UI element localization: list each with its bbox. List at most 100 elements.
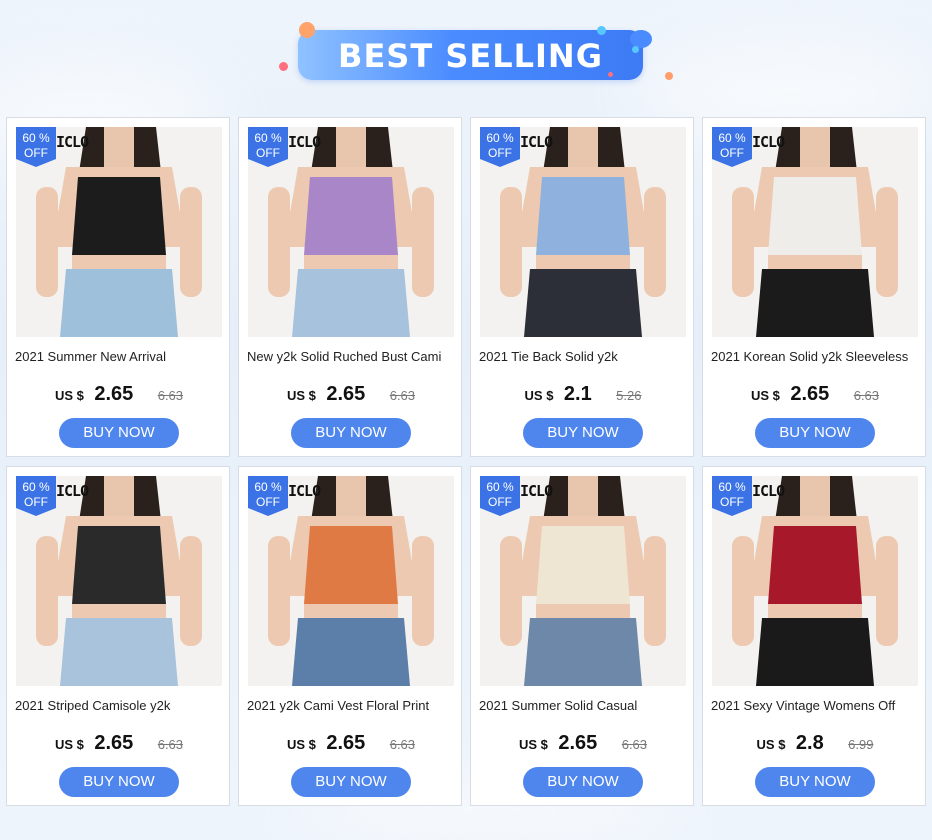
discount-badge: 60 % OFF xyxy=(16,476,56,516)
product-card[interactable]: 60 % OFF ICLO 2021 Summer Solid Casual U… xyxy=(470,466,694,806)
banner-title: BEST SELLING xyxy=(338,37,603,75)
buy-now-button[interactable]: BUY NOW xyxy=(59,767,179,797)
currency-label: US $ xyxy=(756,737,786,752)
buy-now-button[interactable]: BUY NOW xyxy=(59,418,179,448)
product-title[interactable]: 2021 y2k Cami Vest Floral Print xyxy=(247,698,457,713)
discount-badge: 60 % OFF xyxy=(248,476,288,516)
price-row: US $ 2.65 6.63 xyxy=(239,383,463,406)
buy-now-button[interactable]: BUY NOW xyxy=(755,767,875,797)
original-price: 6.63 xyxy=(389,737,416,752)
discount-off-label: OFF xyxy=(488,495,512,509)
product-title[interactable]: 2021 Striped Camisole y2k xyxy=(15,698,225,713)
product-title[interactable]: 2021 Summer Solid Casual xyxy=(479,698,689,713)
product-image[interactable]: 60 % OFF ICLO xyxy=(248,127,454,337)
product-image[interactable]: 60 % OFF ICLO xyxy=(16,127,222,337)
discount-percent: 60 % xyxy=(22,480,50,494)
product-card[interactable]: 60 % OFF ICLO 2021 Striped Camisole y2k … xyxy=(6,466,230,806)
discount-badge: 60 % OFF xyxy=(16,127,56,167)
brand-logo: ICLO xyxy=(56,133,89,151)
best-selling-banner: BEST SELLING xyxy=(298,30,643,80)
sale-price: 2.65 xyxy=(558,732,598,754)
brand-logo: ICLO xyxy=(288,482,321,500)
sale-price: 2.65 xyxy=(326,383,366,405)
sale-price: 2.65 xyxy=(326,732,366,754)
product-card[interactable]: 60 % OFF ICLO New y2k Solid Ruched Bust … xyxy=(238,117,462,457)
brand-logo: ICLO xyxy=(520,482,553,500)
discount-percent: 60 % xyxy=(718,131,746,145)
buy-now-button[interactable]: BUY NOW xyxy=(291,418,411,448)
product-card[interactable]: 60 % OFF ICLO 2021 Korean Solid y2k Slee… xyxy=(702,117,926,457)
product-title[interactable]: 2021 Korean Solid y2k Sleeveless xyxy=(711,349,921,364)
price-row: US $ 2.8 6.99 xyxy=(703,732,927,755)
price-row: US $ 2.65 6.63 xyxy=(239,732,463,755)
discount-percent: 60 % xyxy=(22,131,50,145)
discount-off-label: OFF xyxy=(24,146,48,160)
sale-price: 2.65 xyxy=(790,383,830,405)
brand-logo: ICLO xyxy=(752,133,785,151)
currency-label: US $ xyxy=(750,388,780,403)
discount-percent: 60 % xyxy=(254,480,282,494)
discount-badge: 60 % OFF xyxy=(480,127,520,167)
discount-badge: 60 % OFF xyxy=(712,476,752,516)
product-image[interactable]: 60 % OFF ICLO xyxy=(480,127,686,337)
sale-price: 2.8 xyxy=(795,732,824,754)
discount-percent: 60 % xyxy=(486,480,514,494)
brand-logo: ICLO xyxy=(56,482,89,500)
price-row: US $ 2.65 6.63 xyxy=(7,383,231,406)
discount-off-label: OFF xyxy=(256,495,280,509)
product-image[interactable]: 60 % OFF ICLO xyxy=(248,476,454,686)
product-title[interactable]: 2021 Summer New Arrival xyxy=(15,349,225,364)
original-price: 6.63 xyxy=(621,737,648,752)
decor-dot xyxy=(608,72,613,77)
product-image[interactable]: 60 % OFF ICLO xyxy=(16,476,222,686)
buy-now-button[interactable]: BUY NOW xyxy=(523,418,643,448)
product-image[interactable]: 60 % OFF ICLO xyxy=(480,476,686,686)
currency-label: US $ xyxy=(54,388,84,403)
discount-badge: 60 % OFF xyxy=(248,127,288,167)
product-image[interactable]: 60 % OFF ICLO xyxy=(712,476,918,686)
product-title[interactable]: New y2k Solid Ruched Bust Cami xyxy=(247,349,457,364)
sale-price: 2.1 xyxy=(563,383,592,405)
discount-off-label: OFF xyxy=(24,495,48,509)
currency-label: US $ xyxy=(286,737,316,752)
brand-logo: ICLO xyxy=(752,482,785,500)
product-title[interactable]: 2021 Sexy Vintage Womens Off xyxy=(711,698,921,713)
currency-label: US $ xyxy=(518,737,548,752)
decor-dot xyxy=(279,62,288,71)
product-card[interactable]: 60 % OFF ICLO 2021 Tie Back Solid y2k US… xyxy=(470,117,694,457)
product-card[interactable]: 60 % OFF ICLO 2021 y2k Cami Vest Floral … xyxy=(238,466,462,806)
decor-dot xyxy=(597,26,606,35)
currency-label: US $ xyxy=(286,388,316,403)
product-title[interactable]: 2021 Tie Back Solid y2k xyxy=(479,349,689,364)
product-grid: 60 % OFF ICLO 2021 Summer New Arrival US… xyxy=(6,117,928,809)
buy-now-button[interactable]: BUY NOW xyxy=(523,767,643,797)
discount-percent: 60 % xyxy=(254,131,282,145)
discount-off-label: OFF xyxy=(256,146,280,160)
original-price: 6.63 xyxy=(157,388,184,403)
original-price: 6.63 xyxy=(853,388,880,403)
price-row: US $ 2.1 5.26 xyxy=(471,383,695,406)
decor-dot xyxy=(299,22,315,38)
currency-label: US $ xyxy=(524,388,554,403)
decor-dot xyxy=(632,46,639,53)
original-price: 6.99 xyxy=(848,737,874,752)
product-card[interactable]: 60 % OFF ICLO 2021 Sexy Vintage Womens O… xyxy=(702,466,926,806)
brand-logo: ICLO xyxy=(520,133,553,151)
discount-off-label: OFF xyxy=(488,146,512,160)
decor-dot xyxy=(665,72,673,80)
discount-off-label: OFF xyxy=(720,495,744,509)
price-row: US $ 2.65 6.63 xyxy=(7,732,231,755)
original-price: 5.26 xyxy=(616,388,642,403)
currency-label: US $ xyxy=(54,737,84,752)
sale-price: 2.65 xyxy=(94,383,134,405)
buy-now-button[interactable]: BUY NOW xyxy=(755,418,875,448)
product-image[interactable]: 60 % OFF ICLO xyxy=(712,127,918,337)
original-price: 6.63 xyxy=(157,737,184,752)
discount-badge: 60 % OFF xyxy=(712,127,752,167)
discount-off-label: OFF xyxy=(720,146,744,160)
buy-now-button[interactable]: BUY NOW xyxy=(291,767,411,797)
sale-price: 2.65 xyxy=(94,732,134,754)
product-card[interactable]: 60 % OFF ICLO 2021 Summer New Arrival US… xyxy=(6,117,230,457)
brand-logo: ICLO xyxy=(288,133,321,151)
discount-percent: 60 % xyxy=(718,480,746,494)
